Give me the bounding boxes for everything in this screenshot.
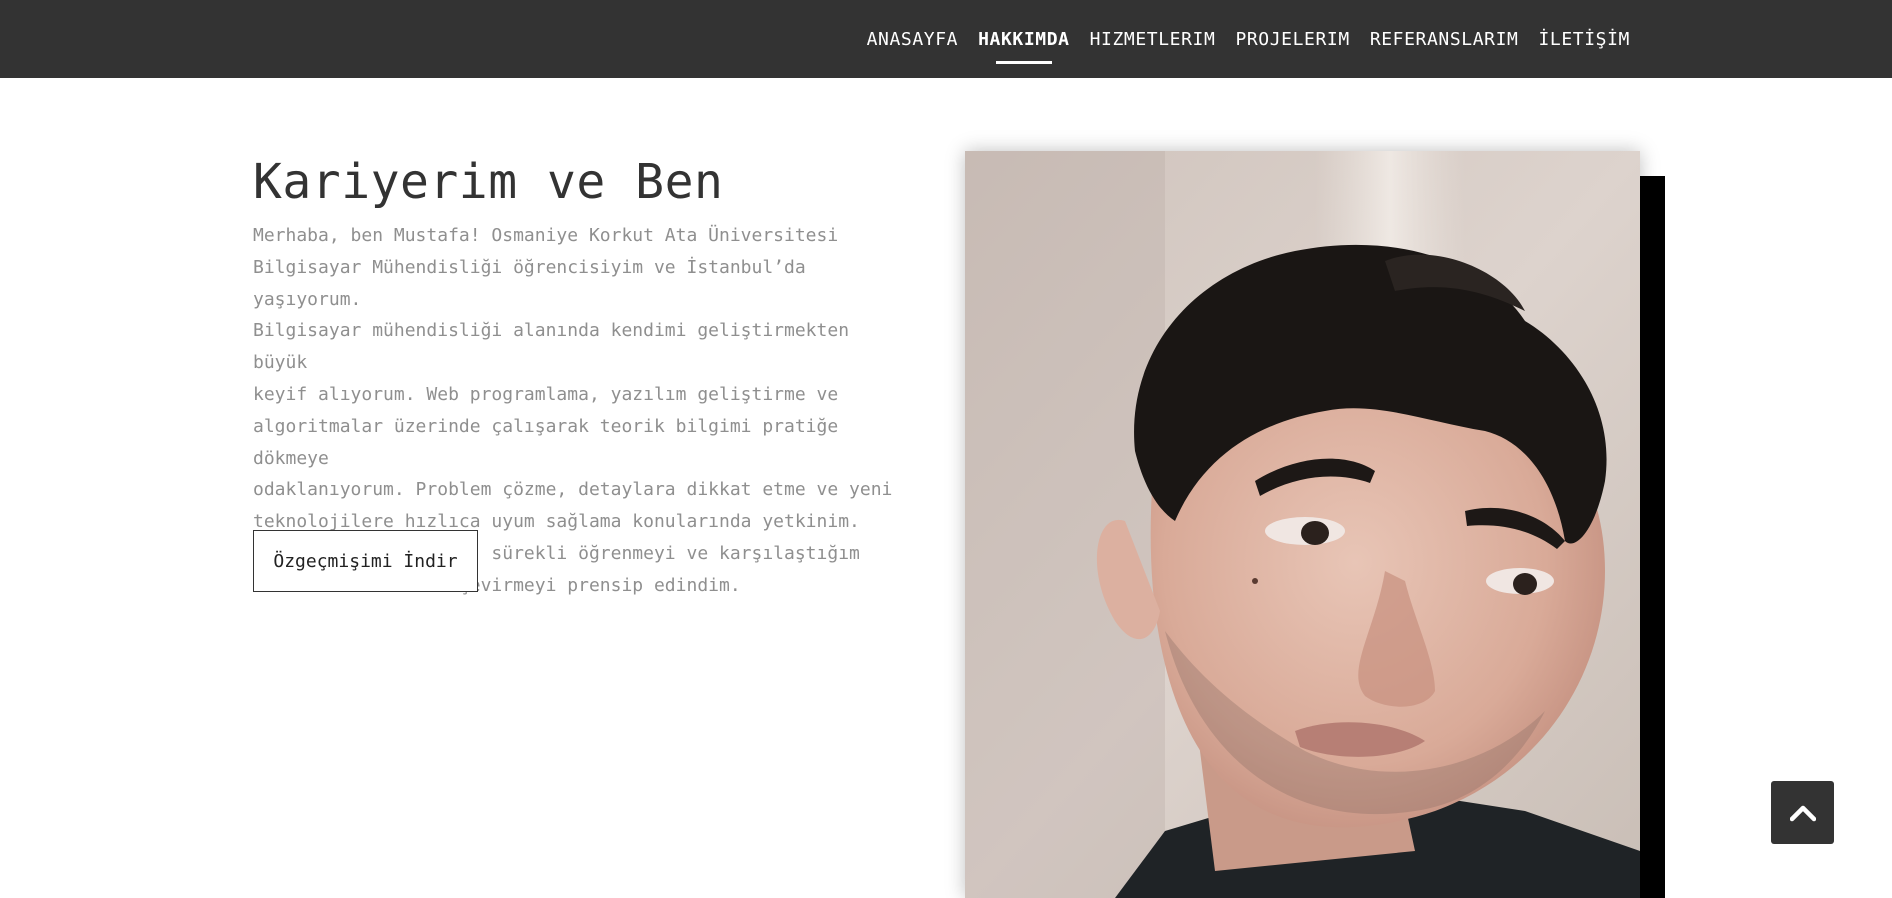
bio-line: Merhaba, ben Mustafa! Osmaniye Korkut At… <box>253 225 839 246</box>
bio-line: Bilgisayar mühendisliği alanında kendimi… <box>253 320 850 374</box>
bio-line: Bilgisayar Mühendisliği öğrencisiyim ve … <box>253 256 806 310</box>
photo-accent-block <box>1639 176 1665 898</box>
bio-line: algoritmalar üzerinde çalışarak teorik b… <box>253 415 839 469</box>
download-cv-button[interactable]: Özgeçmişimi İndir <box>253 530 478 592</box>
chevron-up-icon <box>1789 805 1816 821</box>
nav-item-anasayfa[interactable]: ANASAYFA <box>867 29 959 50</box>
nav-item-hizmetlerim[interactable]: HIZMETLERIM <box>1090 29 1216 50</box>
nav-item-hakkimda[interactable]: HAKKIMDA <box>978 29 1070 50</box>
bio-line: keyif alıyorum. Web programlama, yazılım… <box>253 383 839 405</box>
scroll-to-top-button[interactable] <box>1771 781 1834 844</box>
nav-item-projelerim[interactable]: PROJELERIM <box>1235 29 1349 50</box>
about-section: Kariyerim ve Ben Merhaba, ben Mustafa! O… <box>253 148 923 602</box>
nav-item-iletisim[interactable]: İLETİŞİM <box>1539 29 1631 50</box>
nav-item-referanslarim[interactable]: REFERANSLARIM <box>1370 29 1519 50</box>
page-title: Kariyerim ve Ben <box>253 154 724 210</box>
nav-menu: ANASAYFA HAKKIMDA HIZMETLERIM PROJELERIM… <box>867 0 1630 78</box>
bio-line: odaklanıyorum. Problem çözme, detaylara … <box>253 479 893 501</box>
profile-photo <box>965 151 1640 898</box>
top-navbar: ANASAYFA HAKKIMDA HIZMETLERIM PROJELERIM… <box>0 0 1892 78</box>
